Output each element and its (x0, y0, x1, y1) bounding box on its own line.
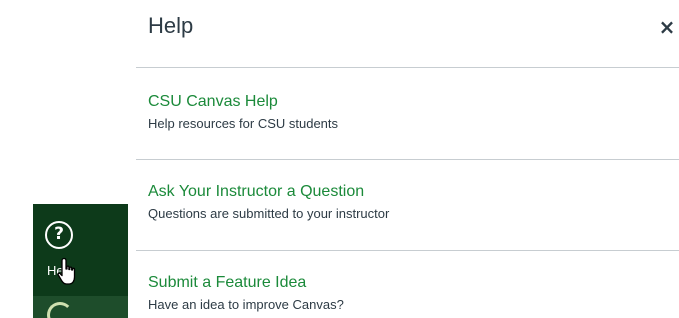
divider (136, 67, 679, 68)
help-item-ask-instructor[interactable]: Ask Your Instructor a Question Questions… (148, 182, 668, 226)
help-item-title: CSU Canvas Help (148, 93, 278, 110)
help-item-description: Have an idea to improve Canvas? (148, 297, 344, 312)
divider (136, 159, 679, 160)
help-item-csu-canvas-help[interactable]: CSU Canvas Help Help resources for CSU s… (148, 92, 668, 136)
divider (136, 250, 679, 251)
help-item-title: Ask Your Instructor a Question (148, 183, 365, 200)
help-item-title: Submit a Feature Idea (148, 274, 307, 291)
tray-title: Help (148, 13, 194, 38)
close-button[interactable]: × (657, 14, 677, 40)
question-circle-icon: ? (45, 221, 73, 249)
nav-help-label: Help (47, 263, 74, 278)
nav-help-button[interactable]: ? Help (33, 204, 128, 296)
help-item-description: Questions are submitted to your instruct… (148, 206, 390, 221)
help-item-submit-feature-idea[interactable]: Submit a Feature Idea Have an idea to im… (148, 273, 668, 317)
help-item-description: Help resources for CSU students (148, 116, 339, 131)
stage: Help × CSU Canvas Help Help resources fo… (0, 0, 679, 318)
